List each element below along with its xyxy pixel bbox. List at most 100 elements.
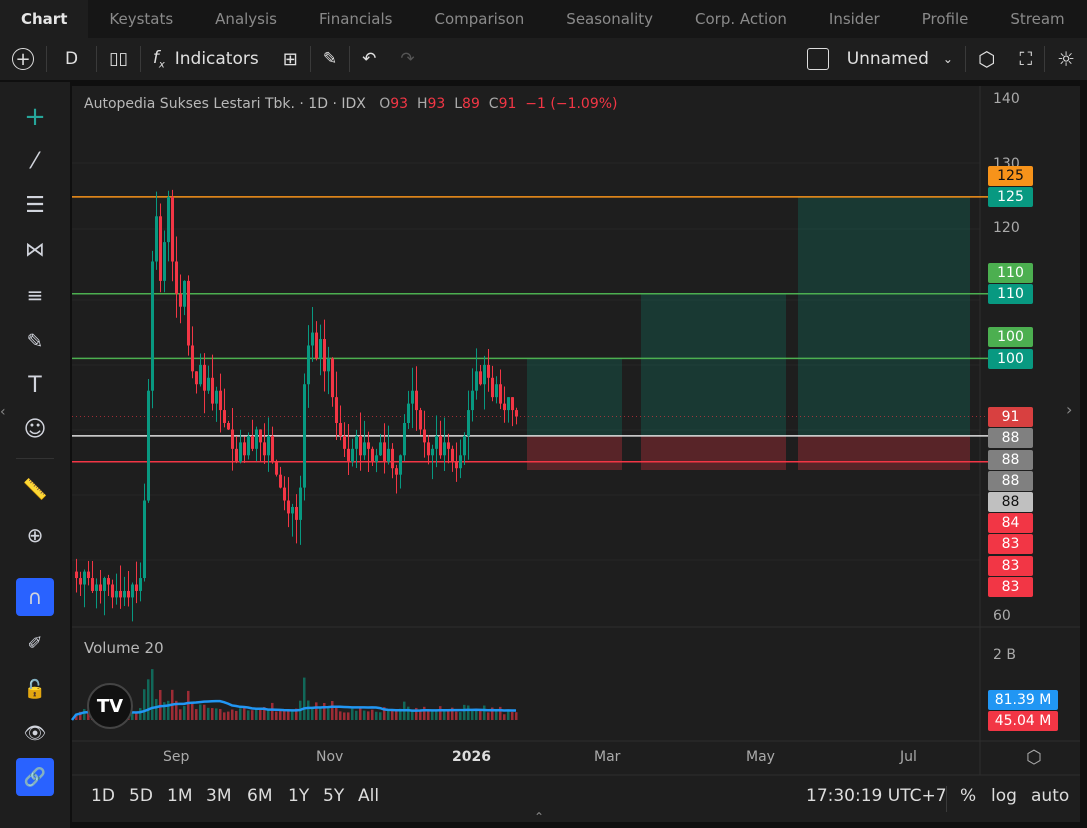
candle-body	[315, 332, 318, 359]
candle-body	[307, 345, 310, 385]
price-label: 88	[988, 428, 1033, 448]
volume-bar	[407, 706, 410, 720]
range-1m[interactable]: 1M	[167, 786, 192, 806]
range-1d[interactable]: 1D	[91, 786, 115, 806]
candle-body	[155, 216, 158, 262]
candle-body	[503, 403, 506, 411]
price-label: 83	[988, 556, 1033, 576]
candle-body	[79, 578, 82, 585]
volume-bar	[467, 705, 470, 720]
auto-toggle[interactable]: auto	[1031, 786, 1069, 806]
volume-axis-label: 2 B	[993, 647, 1016, 663]
price-chart[interactable]	[0, 0, 1087, 828]
volume-bar	[311, 707, 314, 720]
candle-body	[91, 578, 94, 591]
price-label: 91	[988, 407, 1033, 427]
tradingview-logo[interactable]: TV	[87, 683, 133, 729]
candle-body	[95, 584, 98, 591]
volume-bar	[203, 704, 206, 720]
candle-body	[515, 410, 518, 417]
close-value: 91	[498, 96, 517, 112]
price-label: 88	[988, 492, 1033, 512]
candle-body	[135, 584, 138, 591]
long-position-target-zone	[527, 358, 622, 436]
volume-bar	[503, 714, 506, 720]
price-axis-label: 60	[993, 607, 1011, 624]
log-toggle[interactable]: log	[991, 786, 1017, 806]
volume-bar	[391, 710, 394, 720]
candle-body	[491, 377, 494, 398]
range-6m[interactable]: 6M	[247, 786, 272, 806]
volume-bar	[187, 690, 190, 720]
candle-body	[319, 339, 322, 359]
candle-body	[255, 429, 258, 449]
price-label: 110	[988, 284, 1033, 304]
range-1y[interactable]: 1Y	[288, 786, 309, 806]
candle-body	[407, 403, 410, 423]
candle-body	[227, 423, 230, 430]
low-value: 89	[462, 96, 480, 112]
candle-body	[143, 500, 146, 579]
volume-bar	[327, 708, 330, 720]
volume-bar	[447, 711, 450, 720]
volume-bar	[271, 702, 274, 720]
volume-bar	[139, 708, 142, 720]
volume-bar	[199, 704, 202, 720]
candle-body	[487, 364, 490, 378]
volume-bar	[331, 700, 334, 720]
volume-bar	[191, 702, 194, 720]
candle-body	[151, 261, 154, 391]
volume-bar	[239, 708, 242, 720]
symbol-legend: Autopedia Sukses Lestari Tbk. · 1D · IDX…	[84, 96, 618, 112]
volume-bar	[223, 712, 226, 720]
volume-bar	[231, 709, 234, 720]
candle-body	[383, 442, 386, 462]
divider	[946, 786, 947, 812]
price-label: 125	[988, 187, 1033, 207]
expand-right-icon[interactable]: ›	[1066, 400, 1072, 419]
volume-bar	[351, 708, 354, 720]
volume-bar	[359, 708, 362, 720]
axis-settings-icon[interactable]: ⬡	[1026, 747, 1042, 768]
change-value: −1 (−1.09%)	[525, 96, 618, 112]
candle-body	[131, 584, 134, 598]
candle-body	[175, 261, 178, 294]
volume-bar	[251, 710, 254, 720]
volume-bar	[463, 704, 466, 720]
candle-body	[243, 442, 246, 456]
candle-body	[171, 196, 174, 262]
time-axis-label: Jul	[900, 749, 917, 765]
volume-bar	[483, 705, 486, 720]
candle-body	[379, 442, 382, 456]
low-label: L	[454, 96, 463, 112]
clock[interactable]: 17:30:19 UTC+7	[806, 786, 947, 806]
range-5y[interactable]: 5Y	[323, 786, 344, 806]
expand-bottom-icon[interactable]: ⌃	[534, 810, 544, 824]
volume-bar	[235, 710, 238, 720]
candle-body	[495, 384, 498, 398]
candle-body	[239, 442, 242, 462]
volume-bar	[379, 712, 382, 720]
volume-label: 45.04 M	[988, 711, 1058, 731]
volume-bar	[487, 712, 490, 720]
candle-body	[251, 435, 254, 449]
volume-bar	[135, 713, 138, 720]
candle-body	[391, 448, 394, 469]
candle-body	[167, 196, 170, 243]
time-axis-label: Sep	[163, 749, 190, 765]
volume-bar	[323, 702, 326, 720]
candle-body	[431, 448, 434, 456]
time-axis-label: Mar	[594, 749, 621, 765]
candle-body	[359, 435, 362, 456]
volume-bar	[303, 677, 306, 720]
candle-body	[451, 448, 454, 462]
range-all[interactable]: All	[358, 786, 379, 806]
candle-body	[423, 429, 426, 443]
candle-body	[159, 216, 162, 281]
candle-body	[247, 435, 250, 456]
percent-toggle[interactable]: %	[960, 786, 976, 806]
range-3m[interactable]: 3M	[206, 786, 231, 806]
time-axis-label: Nov	[316, 749, 344, 765]
candle-body	[343, 435, 346, 449]
range-5d[interactable]: 5D	[129, 786, 153, 806]
